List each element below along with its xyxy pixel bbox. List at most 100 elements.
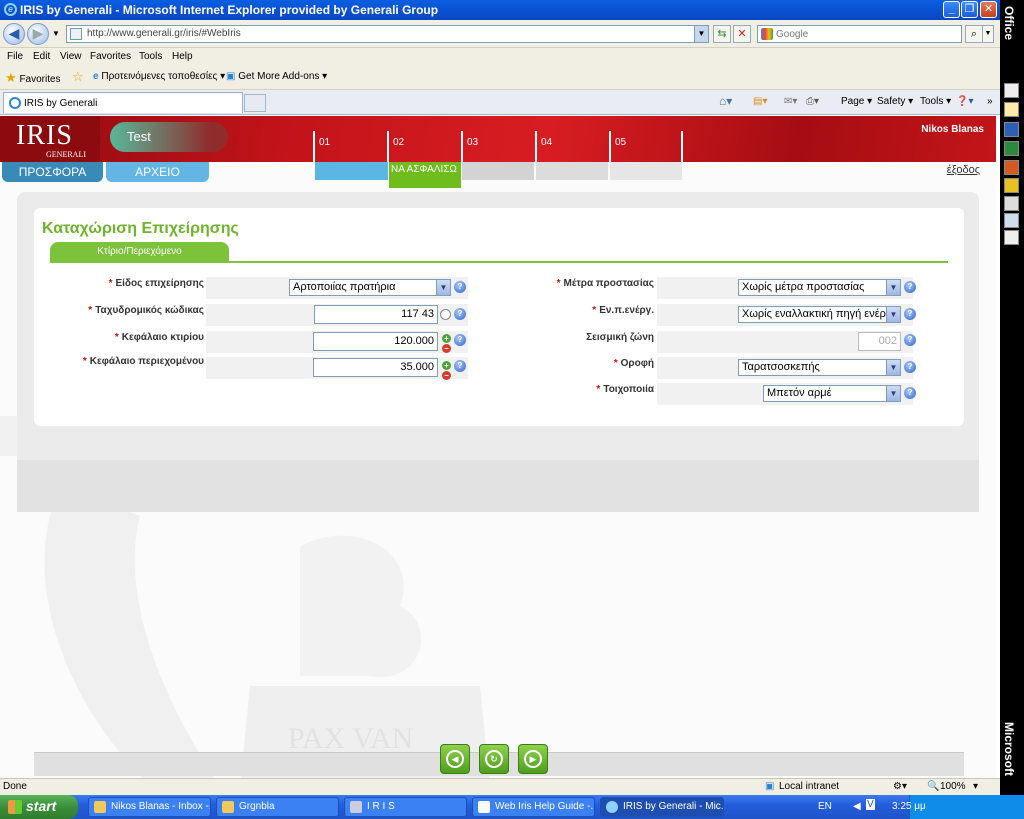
favorites-button[interactable]: ★ Favorites — [5, 70, 61, 86]
help-icon[interactable]: ? — [904, 387, 916, 399]
next-button[interactable]: ▶ — [518, 744, 548, 774]
increase-icon[interactable]: + — [442, 361, 451, 370]
help-icon[interactable]: ❓▾ — [956, 96, 973, 107]
roof-value: Ταρατσοσκεπής — [742, 361, 820, 373]
help-icon[interactable]: ? — [904, 281, 916, 293]
client-pill[interactable]: Test — [110, 122, 228, 152]
zoom-level[interactable]: 100% — [940, 781, 966, 792]
menu-favorites[interactable]: Favorites — [90, 51, 131, 62]
outlook-icon — [94, 801, 106, 813]
excel-icon[interactable] — [1004, 141, 1019, 156]
help-icon[interactable]: ? — [454, 308, 466, 320]
increase-icon[interactable]: + — [442, 334, 451, 343]
zoom-dropdown-icon[interactable]: ▾ — [973, 781, 978, 792]
office-tool-icon[interactable] — [1004, 178, 1019, 193]
help-icon[interactable]: ? — [454, 334, 466, 346]
previous-button[interactable]: ◀ — [440, 744, 470, 774]
help-icon[interactable]: ? — [904, 308, 916, 320]
help-icon[interactable]: ? — [454, 360, 466, 372]
tray-app-icon[interactable]: V — [866, 799, 875, 810]
step-01[interactable]: 01 — [313, 131, 387, 162]
task-inbox[interactable]: Nikos Blanas - Inbox -... — [88, 797, 211, 817]
step-05[interactable]: 05 — [609, 131, 683, 162]
step-02[interactable]: 02 — [387, 131, 461, 162]
chevron-down-icon[interactable]: ▼ — [886, 386, 900, 401]
search-options-icon[interactable]: ▼ — [982, 25, 994, 43]
menu-file[interactable]: File — [7, 51, 23, 62]
alt-energy-select[interactable]: Χωρίς εναλλακτική πηγή ενέργεια ▼ — [738, 306, 901, 323]
help-icon[interactable]: ? — [904, 361, 916, 373]
refresh-icon[interactable]: ⇆ — [713, 25, 731, 43]
menu-tools[interactable]: Tools — [139, 51, 162, 62]
task-folder[interactable]: Grgnbla — [216, 797, 339, 817]
step-04[interactable]: 04 — [535, 131, 609, 162]
step-03[interactable]: 03 — [461, 131, 535, 162]
word-icon[interactable] — [1004, 122, 1019, 137]
roof-select[interactable]: Ταρατσοσκεπής ▼ — [738, 359, 901, 376]
tools-menu[interactable]: Tools ▾ — [920, 96, 951, 107]
lookup-indicator-icon[interactable] — [440, 309, 451, 320]
minimize-button[interactable]: _ — [943, 1, 960, 18]
language-indicator[interactable]: EN — [818, 801, 832, 812]
safety-menu[interactable]: Safety ▾ — [877, 96, 913, 107]
address-dropdown-icon[interactable]: ▼ — [694, 26, 708, 42]
chevron-down-icon[interactable]: ▼ — [886, 360, 900, 375]
restore-button[interactable]: ❐ — [961, 1, 978, 18]
feeds-icon[interactable]: ▤▾ — [753, 96, 767, 107]
office-tool-icon[interactable] — [1004, 196, 1019, 211]
forward-button[interactable]: ▶ — [27, 23, 49, 45]
stop-icon[interactable]: ✕ — [733, 25, 751, 43]
tab-archive[interactable]: ΑΡΧΕΙΟ — [106, 162, 209, 182]
outlook-icon[interactable] — [1004, 102, 1019, 117]
protection-measures-select[interactable]: Χωρίς μέτρα προστασίας ▼ — [738, 279, 901, 296]
help-icon[interactable]: ? — [454, 281, 466, 293]
protected-mode-icon[interactable]: ⚙▾ — [893, 781, 907, 792]
menu-help[interactable]: Help — [172, 51, 193, 62]
get-addons-link[interactable]: ▣ Get More Add-ons ▾ — [226, 71, 327, 82]
building-capital-input[interactable]: 120.000 — [313, 332, 438, 351]
tab-building-contents[interactable]: Κτίριο/Περιεχόμενο — [50, 242, 229, 262]
chevron-right-icon[interactable]: » — [987, 96, 993, 107]
chevron-down-icon[interactable]: ▼ — [436, 280, 450, 295]
back-button[interactable]: ◀ — [3, 23, 25, 45]
start-button[interactable]: start — [0, 795, 78, 819]
chevron-down-icon[interactable]: ▼ — [886, 280, 900, 295]
status-text: Done — [3, 781, 27, 792]
business-type-select[interactable]: Αρτοποιίας πρατήρια ▼ — [289, 279, 451, 296]
task-help-guide[interactable]: Web Iris Help Guide -... — [472, 797, 595, 817]
postal-code-input[interactable]: 117 43 — [314, 305, 438, 324]
search-go-icon[interactable]: ⌕ — [965, 25, 983, 43]
office-tool-icon[interactable] — [1004, 230, 1019, 245]
decrease-icon[interactable]: − — [442, 371, 451, 380]
decrease-icon[interactable]: − — [442, 344, 451, 353]
add-favorite-icon[interactable]: ☆ — [72, 69, 84, 85]
search-input[interactable] — [776, 27, 956, 41]
chevron-down-icon[interactable]: ▼ — [886, 307, 900, 322]
task-iris[interactable]: I R I S — [344, 797, 467, 817]
search-box[interactable] — [757, 25, 962, 43]
help-icon[interactable]: ? — [904, 334, 916, 346]
office-app-icon[interactable] — [1004, 83, 1019, 98]
print-icon[interactable]: ⎙▾ — [806, 96, 819, 107]
menu-view[interactable]: View — [60, 51, 82, 62]
masonry-select[interactable]: Μπετόν αρμέ ▼ — [763, 385, 901, 402]
office-tool-icon[interactable] — [1004, 213, 1019, 228]
logout-link[interactable]: έξοδος — [947, 164, 980, 176]
tab-offer[interactable]: ΠΡΟΣΦΟΡΑ — [2, 162, 103, 182]
page-menu[interactable]: Page ▾ — [841, 96, 872, 107]
menu-edit[interactable]: Edit — [33, 51, 50, 62]
task-ie-iris[interactable]: IRIS by Generali - Mic... — [600, 797, 724, 817]
contents-capital-input[interactable]: 35.000 — [313, 358, 438, 377]
new-tab-button[interactable] — [244, 94, 266, 112]
home-icon[interactable]: ⌂▾ — [719, 94, 732, 108]
reload-button[interactable]: ↻ — [479, 744, 509, 774]
powerpoint-icon[interactable] — [1004, 160, 1019, 175]
address-field[interactable]: http://www.generali.gr/iris/#WebIris ▼ — [66, 25, 709, 43]
close-button[interactable]: ✕ — [980, 1, 997, 18]
tab-iris[interactable]: IRIS by Generali — [3, 92, 243, 113]
iris-logo[interactable]: IRIS GENERALI — [2, 116, 100, 162]
tray-arrow-icon[interactable]: ◀ — [853, 801, 861, 812]
recent-pages-dropdown-icon[interactable]: ▼ — [52, 29, 60, 38]
mail-icon[interactable]: ✉▾ — [784, 96, 797, 107]
suggested-sites-link[interactable]: e Προτεινόμενες τοποθεσίες ▾ — [93, 71, 225, 82]
